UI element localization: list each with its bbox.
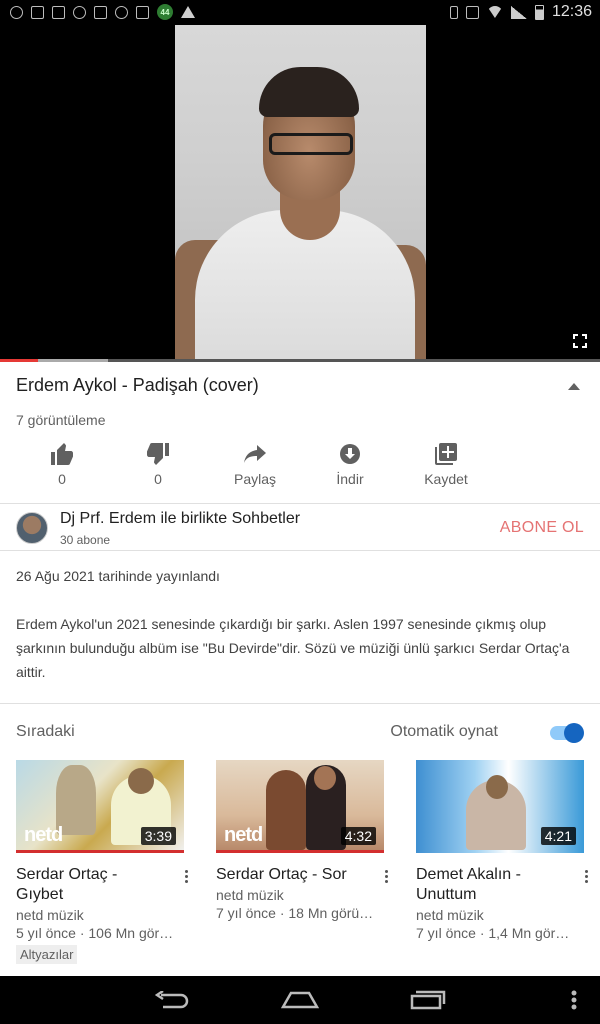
video-title[interactable]: Serdar Ortaç - Gıybet — [16, 865, 166, 905]
channel-name: netd müzik — [216, 887, 284, 903]
video-meta: 5 yıl önce · 106 Mn gör… — [16, 925, 174, 941]
bluetooth-icon — [449, 5, 458, 19]
rotate-icon — [465, 5, 479, 19]
download-button[interactable]: İndir — [305, 440, 395, 487]
video-thumbnail[interactable]: netd 4:32 — [216, 760, 384, 853]
home-button[interactable] — [280, 986, 320, 1014]
action-bar: 0 0 Paylaş İndir Kaydet — [0, 440, 520, 495]
fullscreen-icon[interactable] — [573, 334, 587, 348]
autoplay-toggle[interactable] — [548, 723, 584, 743]
thumb-up-icon — [17, 440, 107, 468]
subscriber-count: 30 abone — [60, 533, 111, 547]
progress-played — [0, 359, 38, 362]
save-playlist-icon — [401, 440, 491, 468]
video-thumbnail[interactable]: netd 3:39 — [16, 760, 184, 853]
download-label: İndir — [336, 471, 364, 487]
video-title: Erdem Aykol - Padişah (cover) — [16, 375, 259, 395]
subscribe-button[interactable]: ABONE OL — [500, 519, 584, 537]
video-duration: 4:21 — [540, 827, 576, 845]
video-title[interactable]: Demet Akalın - Unuttum — [416, 865, 566, 905]
channel-logo: netd — [24, 824, 63, 846]
autoplay-label: Otomatik oynat — [390, 723, 498, 740]
back-icon — [155, 991, 189, 1009]
warning-icon — [181, 6, 195, 18]
divider — [0, 550, 600, 551]
save-button[interactable]: Kaydet — [401, 440, 491, 487]
recents-icon — [410, 990, 446, 1010]
divider — [0, 703, 600, 704]
share-label: Paylaş — [233, 471, 277, 487]
badge-icon: 44 — [157, 4, 173, 20]
overflow-menu-icon — [571, 990, 577, 1010]
video-title-row[interactable]: Erdem Aykol - Padişah (cover) — [16, 375, 586, 396]
dislike-button[interactable]: 0 — [113, 440, 203, 487]
thumb-down-icon — [113, 440, 203, 468]
back-button[interactable] — [152, 986, 192, 1014]
captions-badge: Altyazılar — [16, 945, 78, 964]
signal-icon — [510, 5, 527, 19]
download-icon — [305, 440, 395, 468]
incognito-icon — [115, 5, 128, 19]
wifi-icon — [486, 6, 503, 18]
recents-button[interactable] — [408, 986, 448, 1014]
like-count: 0 — [58, 471, 66, 487]
collapse-icon[interactable] — [568, 383, 580, 390]
notification-icons: 44 — [10, 4, 195, 20]
video-title[interactable]: Serdar Ortaç - Sor — [216, 865, 366, 885]
more-options-icon[interactable] — [581, 868, 591, 888]
channel-row[interactable]: Dj Prf. Erdem ile birlikte Sohbetler 30 … — [0, 504, 600, 550]
clock: 12:36 — [551, 3, 592, 20]
video-duration: 3:39 — [140, 827, 176, 845]
system-icons: 12:36 — [449, 3, 592, 21]
more-options-icon[interactable] — [181, 868, 191, 888]
video-meta: 7 yıl önce · 1,4 Mn gör… — [416, 925, 570, 941]
video-duration: 4:32 — [340, 827, 376, 845]
news-icon — [94, 5, 107, 19]
chrome-icon — [10, 5, 23, 19]
home-icon — [281, 991, 319, 1009]
mail-icon — [52, 5, 65, 19]
video-description: Erdem Aykol'un 2021 senesinde çıkardığı … — [16, 616, 570, 680]
video-thumbnail[interactable]: 4:21 — [416, 760, 584, 853]
channel-name: netd müzik — [416, 907, 484, 923]
facebook-icon — [73, 5, 86, 19]
channel-name[interactable]: Dj Prf. Erdem ile birlikte Sohbetler — [60, 510, 300, 528]
up-next-card[interactable]: netd 4:32 Serdar Ortaç - Sor netd müzik … — [216, 760, 391, 921]
progress-bar[interactable] — [0, 359, 600, 362]
channel-logo: netd — [224, 824, 263, 846]
up-next-label: Sıradaki — [16, 723, 75, 740]
view-count: 7 görüntüleme — [16, 412, 106, 428]
navigation-bar — [0, 976, 600, 1024]
publish-date: 26 Ağu 2021 tarihinde yayınlandı — [16, 568, 220, 584]
video-meta: 7 yıl önce · 18 Mn görü… — [216, 905, 374, 921]
image-icon — [31, 5, 44, 19]
more-options-icon[interactable] — [381, 868, 391, 888]
like-button[interactable]: 0 — [17, 440, 107, 487]
dislike-count: 0 — [154, 471, 162, 487]
battery-icon — [534, 4, 544, 20]
channel-avatar[interactable] — [16, 512, 48, 544]
share-button[interactable]: Paylaş — [210, 440, 300, 487]
video-frame[interactable] — [175, 25, 426, 360]
fan-icon — [136, 5, 149, 19]
status-bar: 44 12:36 — [0, 0, 600, 25]
menu-button[interactable] — [554, 986, 594, 1014]
share-icon — [210, 440, 300, 468]
up-next-card[interactable]: netd 3:39 Serdar Ortaç - Gıybet netd müz… — [16, 760, 191, 964]
video-player[interactable] — [0, 25, 600, 362]
channel-name: netd müzik — [16, 907, 84, 923]
up-next-card[interactable]: 4:21 Demet Akalın - Unuttum netd müzik 7… — [416, 760, 591, 941]
save-label: Kaydet — [424, 471, 468, 487]
